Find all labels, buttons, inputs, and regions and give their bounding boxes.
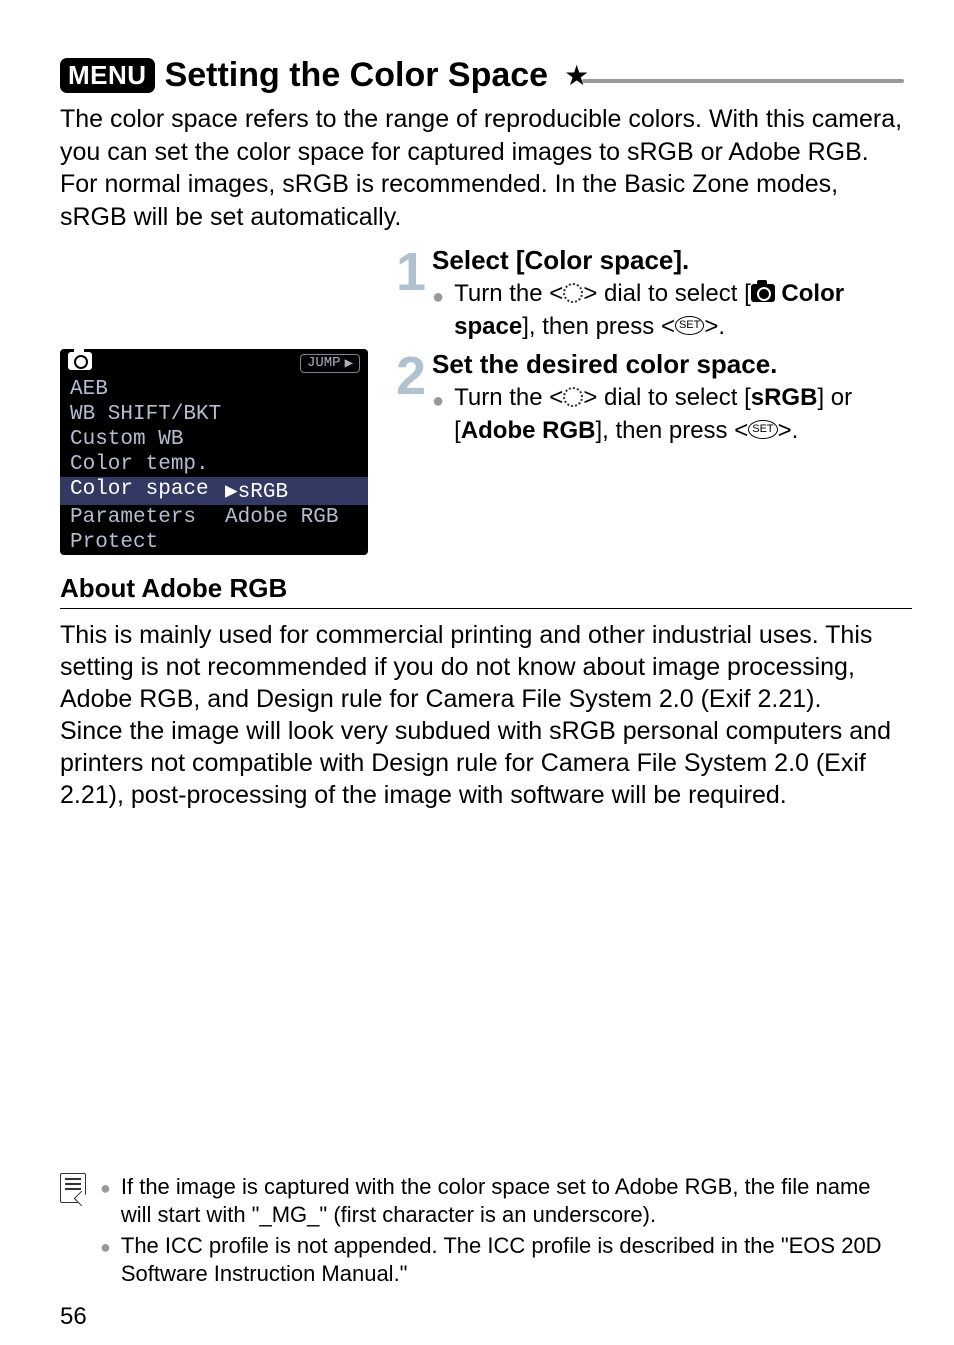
step1-heading: Select [Color space]. — [432, 245, 904, 276]
lcd-row: AEB — [60, 377, 368, 402]
about-text: This is mainly used for commercial print… — [60, 619, 904, 811]
note-text: If the image is captured with the color … — [121, 1173, 904, 1230]
lcd-row: Color space▶sRGB — [60, 477, 368, 505]
note-text: The ICC profile is not appended. The ICC… — [121, 1232, 904, 1289]
text: > dial to select [ — [583, 280, 750, 307]
step1-number: 1 — [396, 245, 426, 299]
dial-icon — [563, 387, 583, 407]
text: ], then press < — [595, 417, 748, 444]
step-2: JUMP▶ AEBWB SHIFT/BKTCustom WBColor temp… — [60, 349, 904, 555]
camera-icon — [751, 284, 775, 302]
lcd-label: Color temp. — [70, 453, 225, 476]
lcd-row: Protect — [60, 530, 368, 555]
lcd-value: ▶sRGB — [225, 478, 288, 504]
step1-bullet: ● Turn the <> dial to select [ Color spa… — [432, 278, 904, 343]
note-item: ●If the image is captured with the color… — [100, 1173, 904, 1230]
bullet-icon: ● — [100, 1177, 111, 1230]
note-item: ●The ICC profile is not appended. The IC… — [100, 1232, 904, 1289]
title-rule — [582, 79, 904, 83]
jump-badge: JUMP▶ — [300, 354, 360, 373]
step2-heading: Set the desired color space. — [432, 349, 904, 380]
dial-icon — [563, 283, 583, 303]
text: ], then press < — [522, 313, 675, 340]
note-page-icon — [60, 1173, 86, 1203]
menu-badge: MENU — [60, 58, 155, 93]
lcd-label: Custom WB — [70, 428, 225, 451]
lcd-row: Custom WB — [60, 427, 368, 452]
set-icon: SET — [675, 316, 704, 335]
text: Turn the < — [454, 384, 563, 411]
set-icon: SET — [748, 420, 777, 439]
star-icon: ★ — [564, 59, 589, 92]
step2-bullet: ● Turn the <> dial to select [sRGB] or [… — [432, 382, 904, 447]
text: >. — [704, 313, 725, 340]
adobe-label: Adobe RGB — [461, 417, 596, 444]
about-heading: About Adobe RGB — [60, 573, 904, 604]
page-title: Setting the Color Space — [165, 56, 549, 95]
lcd-value: Adobe RGB — [225, 506, 338, 529]
lcd-row: Color temp. — [60, 452, 368, 477]
step2-number: 2 — [396, 349, 426, 403]
lcd-label: Parameters — [70, 506, 225, 529]
lcd-label: AEB — [70, 378, 225, 401]
page-heading: MENU Setting the Color Space ★ — [60, 56, 904, 95]
lcd-label: WB SHIFT/BKT — [70, 403, 225, 426]
text: >. — [778, 417, 799, 444]
bullet-icon: ● — [100, 1236, 111, 1289]
notes-block: ●If the image is captured with the color… — [60, 1173, 904, 1291]
intro-text: The color space refers to the range of r… — [60, 103, 904, 233]
lcd-label: Protect — [70, 531, 225, 554]
srgb-label: sRGB — [751, 384, 818, 411]
lcd-row: WB SHIFT/BKT — [60, 402, 368, 427]
text: > dial to select [ — [583, 384, 750, 411]
camera-tab-icon — [68, 353, 92, 373]
lcd-row: Parameters Adobe RGB — [60, 505, 368, 530]
lcd-screenshot: JUMP▶ AEBWB SHIFT/BKTCustom WBColor temp… — [60, 349, 368, 555]
step-1: 1 Select [Color space]. ● Turn the <> di… — [60, 245, 904, 343]
lcd-label: Color space — [70, 478, 225, 504]
page-number: 56 — [60, 1303, 87, 1331]
about-rule — [60, 608, 912, 609]
text: Turn the < — [454, 280, 563, 307]
